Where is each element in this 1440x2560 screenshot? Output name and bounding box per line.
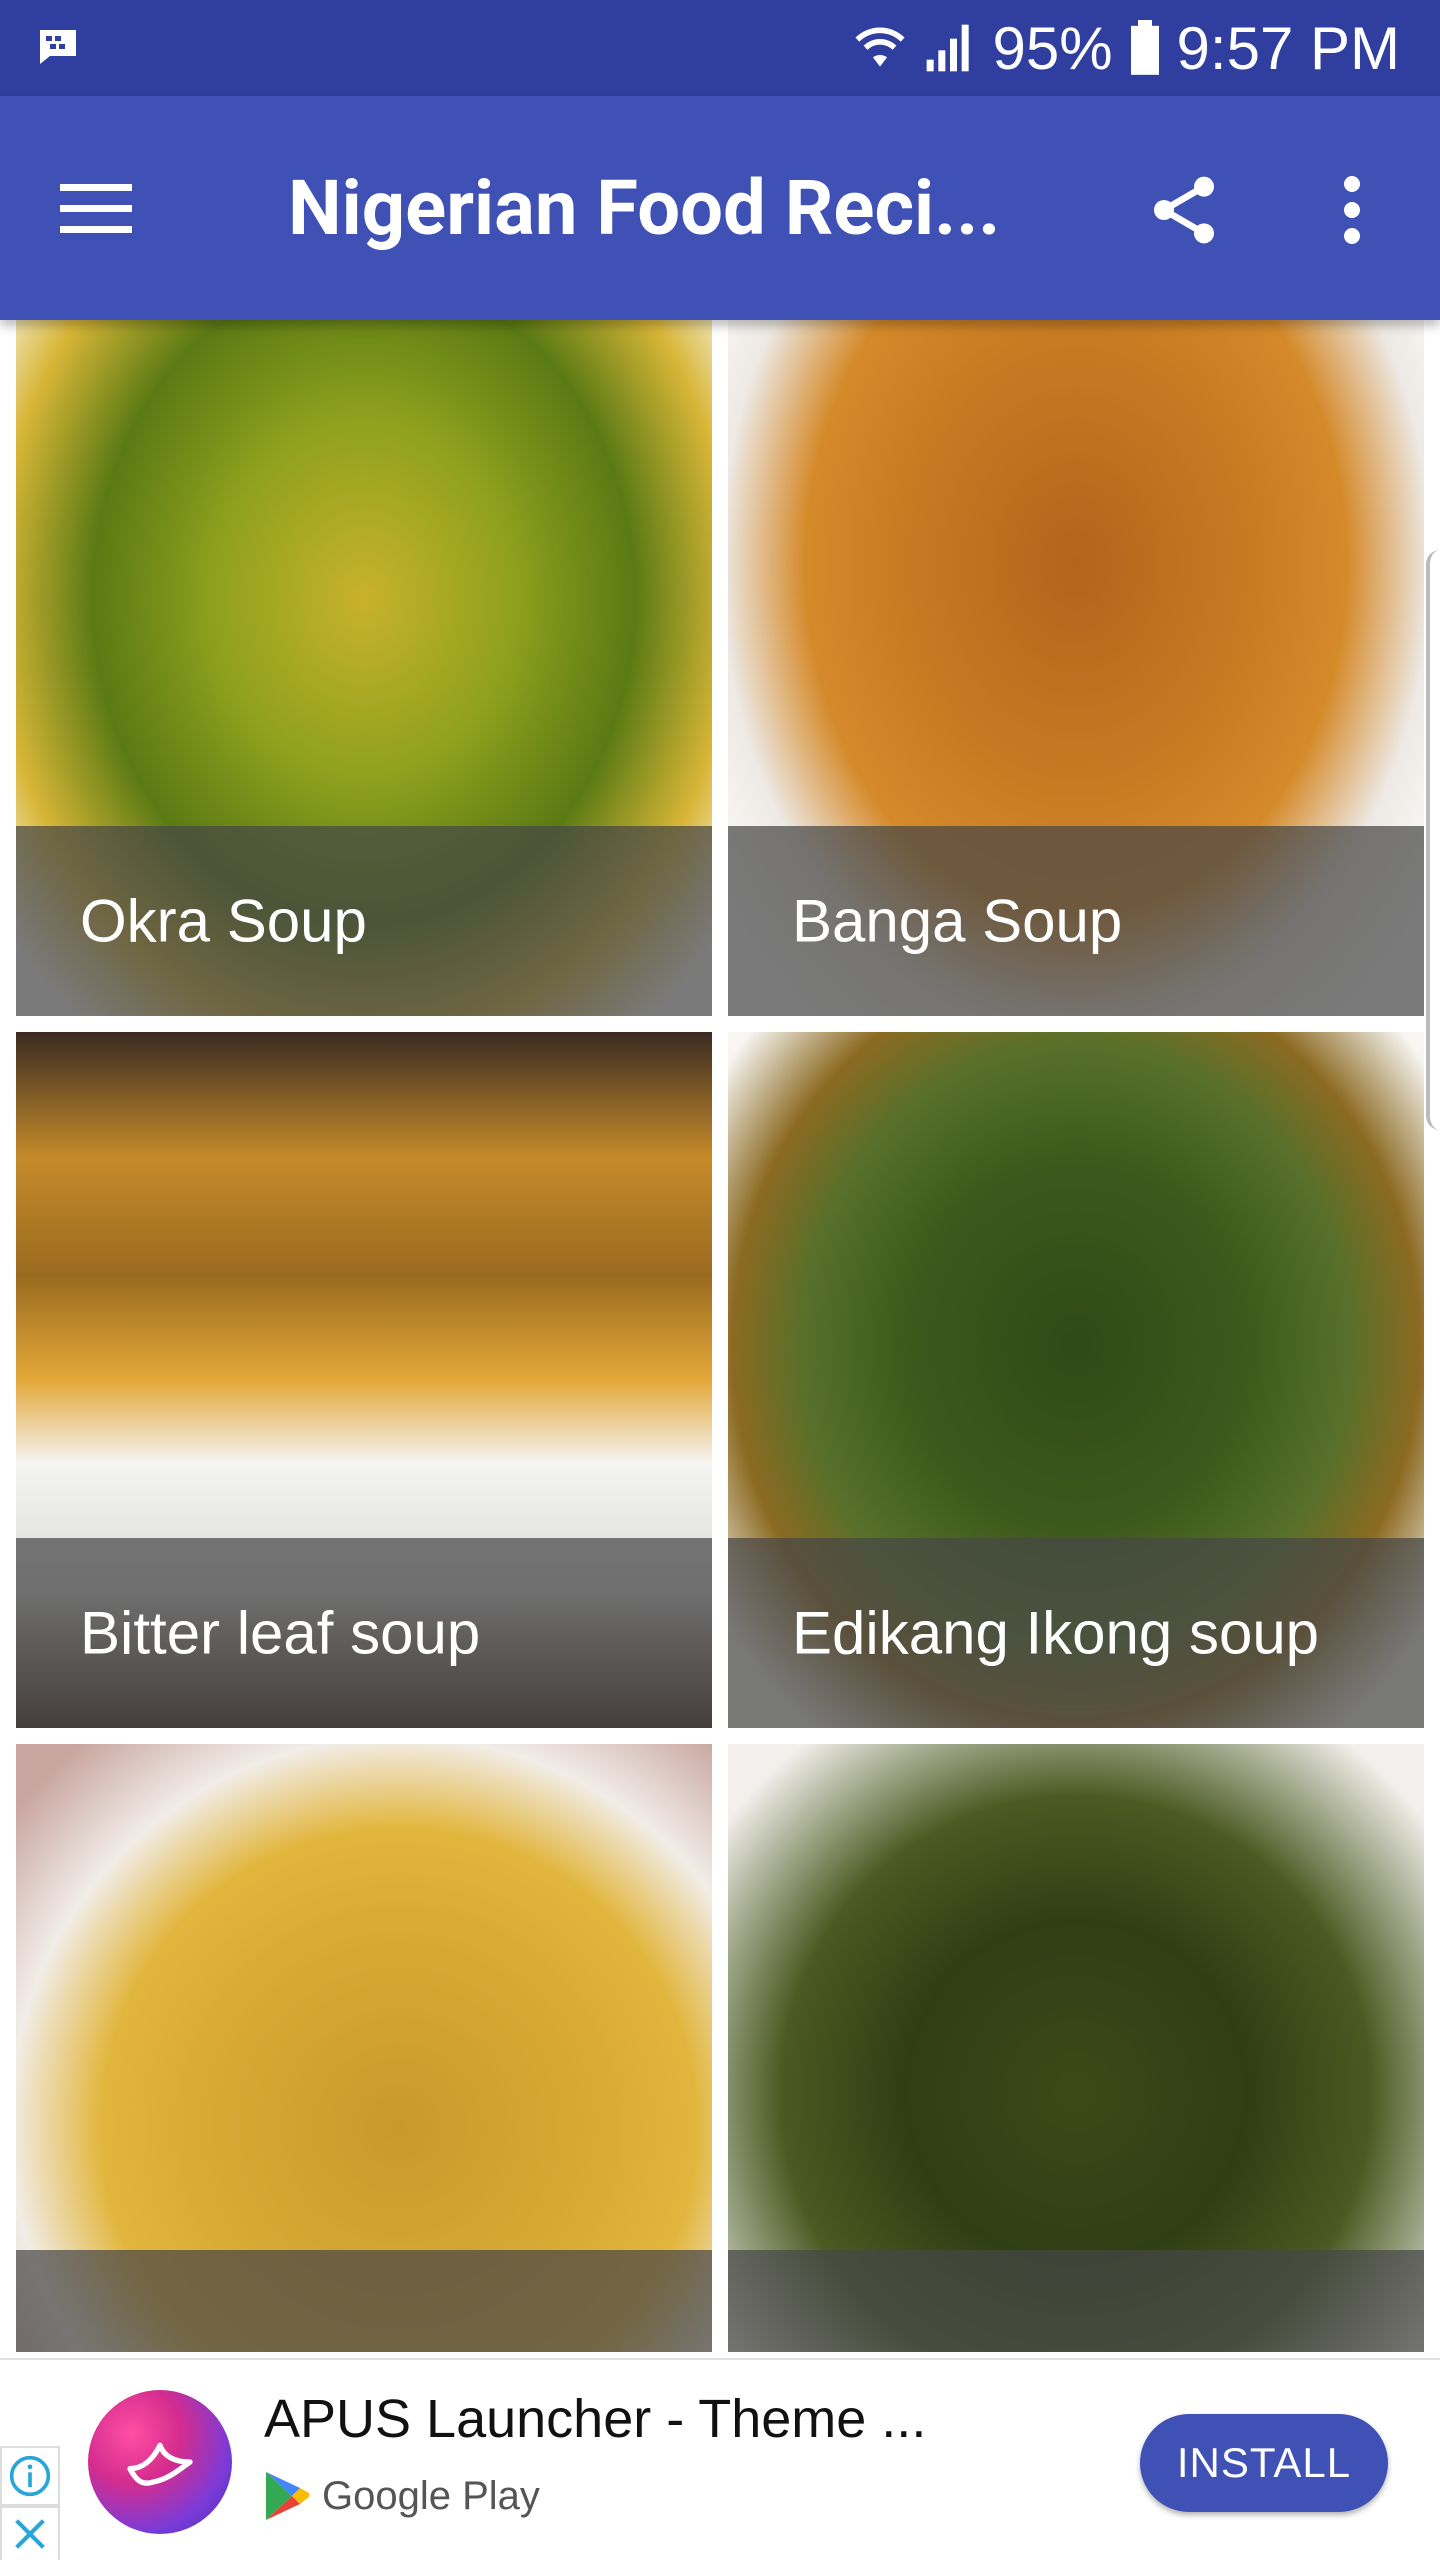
messenger-notification-icon <box>40 30 76 64</box>
recipe-caption: Bitter leaf soup <box>16 1538 712 1728</box>
recipe-label: Okra Soup <box>80 887 367 955</box>
battery-percent: 95% <box>992 14 1113 82</box>
recipe-card-banga-soup[interactable]: Banga Soup <box>728 320 1424 1016</box>
more-vert-icon <box>1344 176 1360 244</box>
recipe-card-edikang-ikong-soup[interactable]: Edikang Ikong soup <box>728 1032 1424 1728</box>
share-button[interactable] <box>1130 156 1238 264</box>
recipe-card[interactable] <box>16 1744 712 2352</box>
menu-button[interactable] <box>40 164 152 252</box>
recipe-label: Bitter leaf soup <box>80 1599 481 1667</box>
more-options-button[interactable] <box>1300 156 1404 264</box>
app-bar: Nigerian Food Reci... <box>0 96 1440 320</box>
clock: 9:57 PM <box>1176 14 1400 82</box>
recipe-card[interactable] <box>728 1744 1424 2352</box>
page-title: Nigerian Food Reci... <box>288 163 1001 253</box>
battery-icon <box>1130 20 1159 75</box>
recipe-caption: Edikang Ikong soup <box>728 1538 1424 1728</box>
recipe-caption <box>16 2250 712 2352</box>
recipe-grid[interactable]: Okra Soup Banga Soup Bitter leaf soup Ed… <box>0 320 1440 2352</box>
close-icon <box>15 2519 45 2549</box>
recipe-caption: Banga Soup <box>728 826 1424 1016</box>
install-button[interactable]: INSTALL <box>1140 2414 1388 2512</box>
ad-info-button[interactable] <box>0 2446 60 2506</box>
ad-app-icon[interactable] <box>88 2390 232 2534</box>
ad-app-name[interactable]: APUS Launcher - Theme ... <box>264 2388 926 2450</box>
recipe-label: Banga Soup <box>792 887 1123 955</box>
menu-icon <box>60 184 132 233</box>
scrollbar[interactable] <box>1426 550 1440 1130</box>
recipe-card-okra-soup[interactable]: Okra Soup <box>16 320 712 1016</box>
share-icon <box>1154 176 1214 244</box>
info-icon <box>9 2455 51 2497</box>
google-play-badge: Google Play <box>262 2470 540 2522</box>
store-name: Google Play <box>322 2473 540 2518</box>
bird-icon <box>127 2442 193 2486</box>
status-bar: 95% 9:57 PM <box>0 0 1440 96</box>
wifi-icon <box>855 27 905 67</box>
recipe-card-bitter-leaf-soup[interactable]: Bitter leaf soup <box>16 1032 712 1728</box>
recipe-caption: Okra Soup <box>16 826 712 1016</box>
recipe-label: Edikang Ikong soup <box>792 1599 1320 1667</box>
recipe-caption <box>728 2250 1424 2352</box>
ad-banner[interactable]: APUS Launcher - Theme ... Google Play IN… <box>0 2358 1440 2560</box>
ad-close-button[interactable] <box>0 2506 60 2560</box>
google-play-icon <box>266 2472 310 2520</box>
signal-icon <box>927 24 970 72</box>
